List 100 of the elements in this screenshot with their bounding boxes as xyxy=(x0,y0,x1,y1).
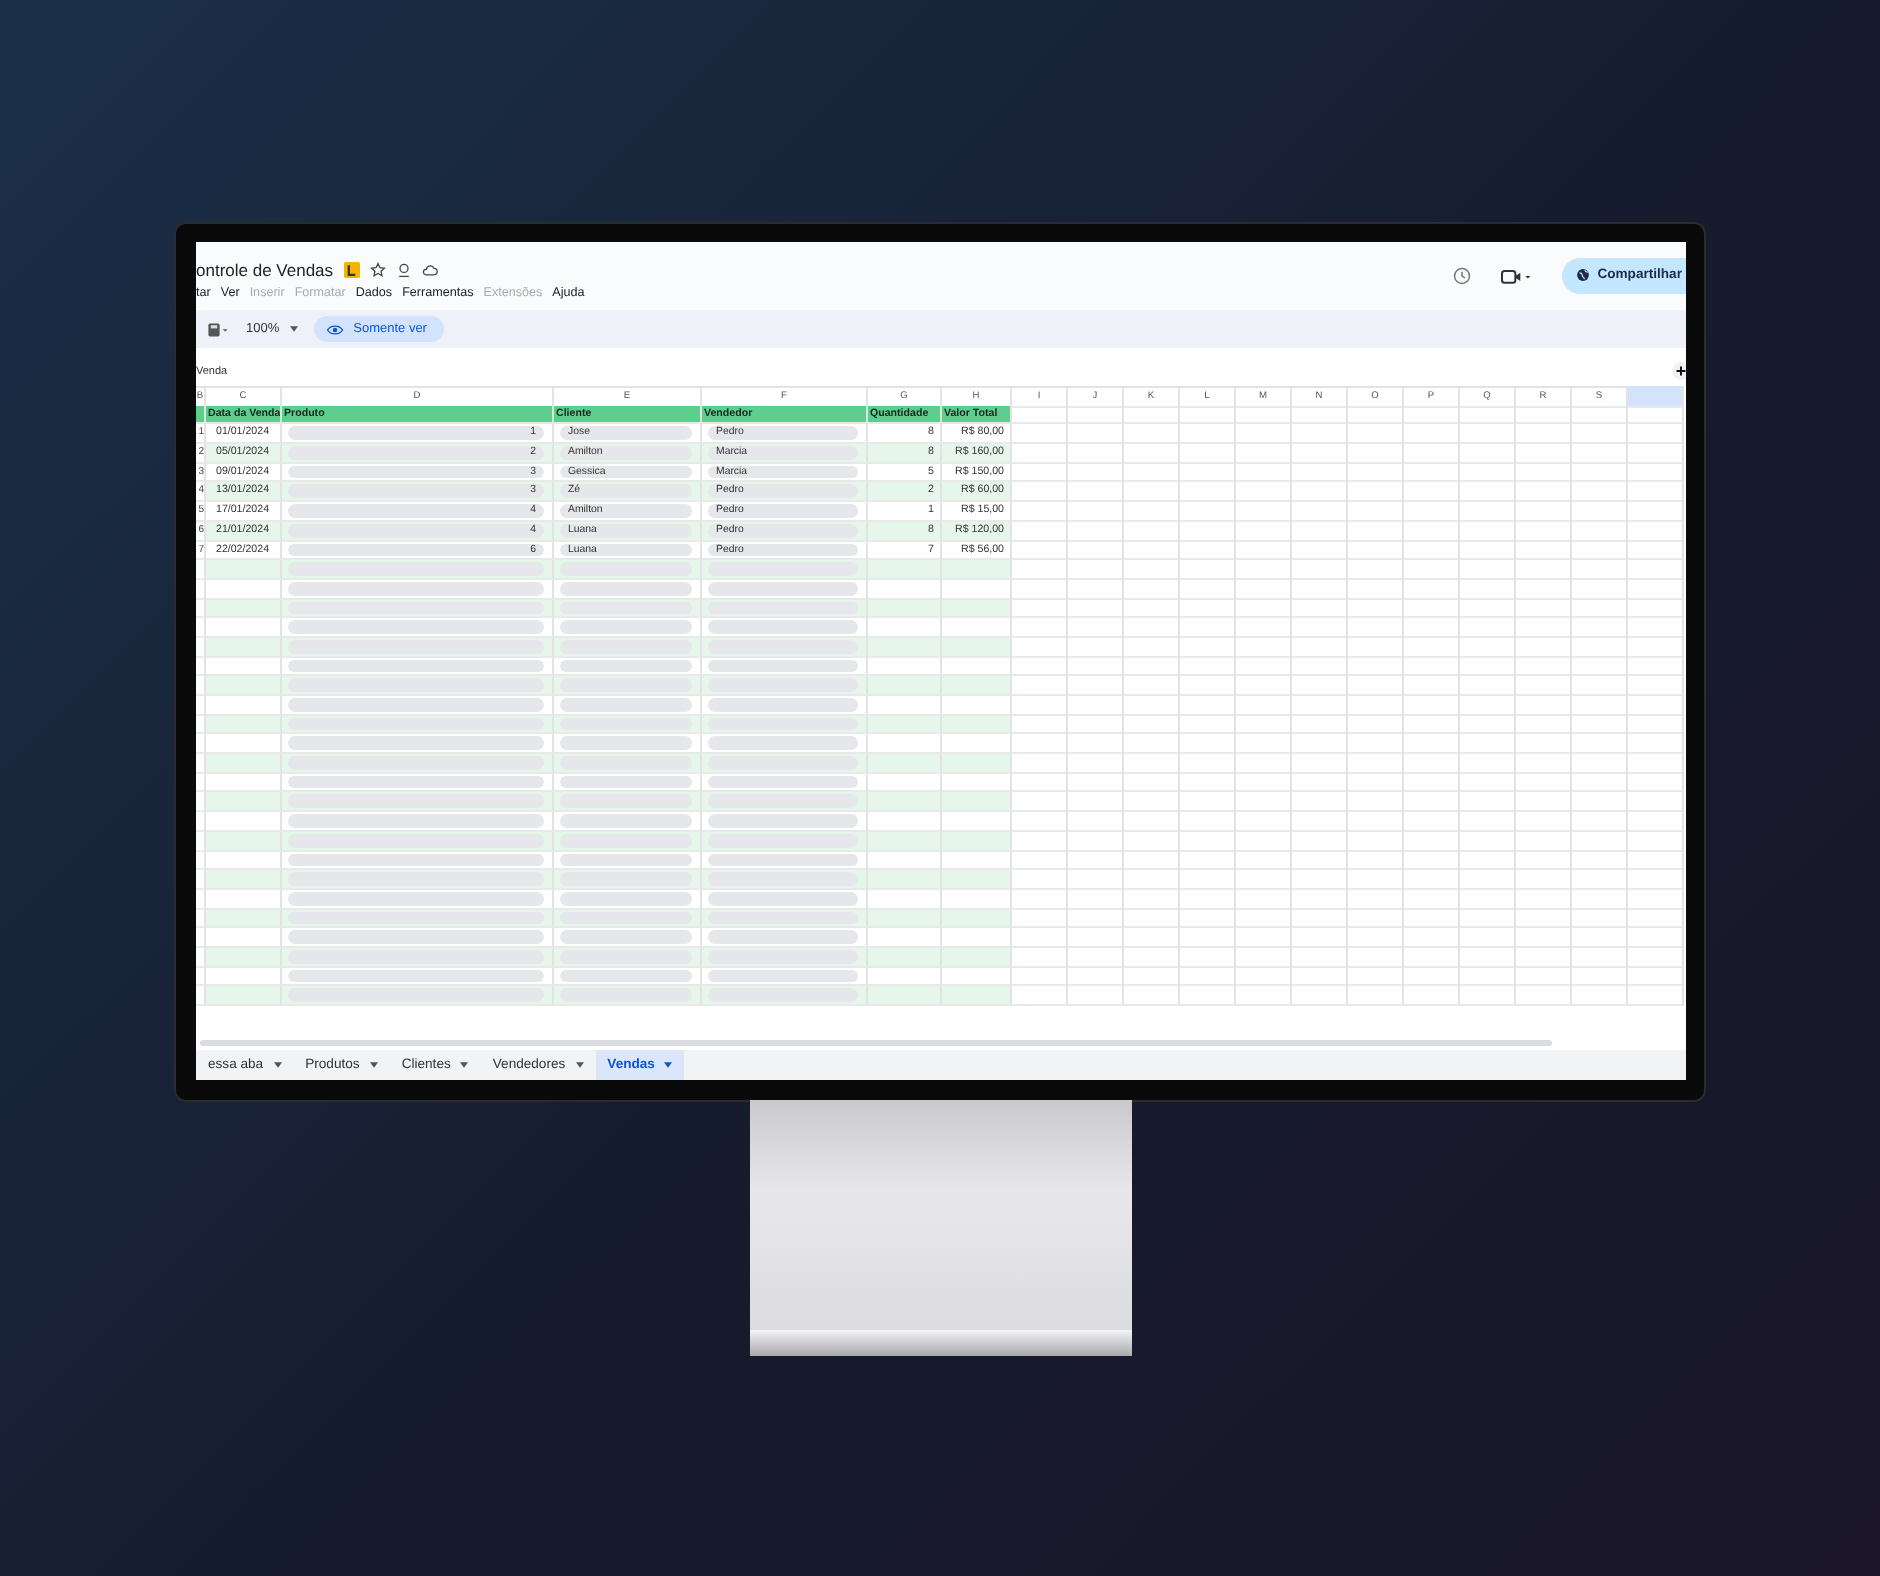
table-cell[interactable] xyxy=(554,773,702,793)
table-cell[interactable] xyxy=(554,870,702,890)
table-cell[interactable] xyxy=(702,967,868,987)
dropdown-chip[interactable] xyxy=(288,698,544,712)
dropdown-chip[interactable] xyxy=(708,659,858,673)
table-cell[interactable] xyxy=(702,676,868,696)
dropdown-chip[interactable] xyxy=(288,736,544,751)
dropdown-chip[interactable] xyxy=(708,698,858,712)
table-cell[interactable] xyxy=(282,560,554,580)
table-cell[interactable] xyxy=(282,773,554,793)
table-cell[interactable] xyxy=(282,928,554,948)
table-cell[interactable] xyxy=(282,676,554,696)
table-cell[interactable] xyxy=(282,870,554,890)
dropdown-chip[interactable] xyxy=(708,620,858,634)
table-cell[interactable] xyxy=(282,967,554,987)
table-cell[interactable] xyxy=(282,851,554,871)
table-cell[interactable] xyxy=(702,696,868,716)
dropdown-chip[interactable] xyxy=(708,717,858,731)
dropdown-chip[interactable] xyxy=(708,794,858,809)
table-cell[interactable] xyxy=(282,734,554,755)
dropdown-chip[interactable] xyxy=(288,659,544,673)
table-cell[interactable] xyxy=(282,909,554,929)
row-header[interactable] xyxy=(196,405,206,425)
dropdown-chip[interactable] xyxy=(560,930,692,944)
table-cell[interactable] xyxy=(282,618,554,638)
horizontal-scrollbar[interactable] xyxy=(200,1039,1552,1045)
table-cell[interactable] xyxy=(702,560,868,580)
table-cell[interactable] xyxy=(702,599,868,619)
table-cell[interactable] xyxy=(282,812,554,832)
dropdown-chip[interactable] xyxy=(560,814,692,828)
dropdown-chip[interactable] xyxy=(288,853,544,867)
table-cell[interactable] xyxy=(554,715,702,735)
star-icon[interactable] xyxy=(369,261,386,277)
dropdown-chip[interactable] xyxy=(288,911,544,925)
dropdown-chip[interactable] xyxy=(560,659,692,673)
table-cell[interactable] xyxy=(702,618,868,638)
dropdown-chip[interactable] xyxy=(560,717,692,731)
table-cell[interactable] xyxy=(282,715,554,735)
table-cell[interactable] xyxy=(282,889,554,910)
table-cell[interactable] xyxy=(702,715,868,735)
table-cell[interactable] xyxy=(702,734,868,755)
table-cell[interactable] xyxy=(702,579,868,600)
dropdown-chip[interactable] xyxy=(708,969,858,983)
print-icon[interactable] xyxy=(206,321,230,337)
table-cell[interactable] xyxy=(554,947,702,968)
dropdown-chip[interactable] xyxy=(288,620,544,634)
dropdown-chip[interactable] xyxy=(288,601,544,615)
table-cell[interactable] xyxy=(702,870,868,890)
table-cell[interactable] xyxy=(554,812,702,832)
table-cell[interactable] xyxy=(702,831,868,851)
table-cell[interactable] xyxy=(702,947,868,968)
table-cell[interactable] xyxy=(554,618,702,638)
dropdown-chip[interactable] xyxy=(560,775,692,789)
table-cell[interactable] xyxy=(282,947,554,968)
dropdown-chip[interactable] xyxy=(708,949,858,964)
table-cell[interactable] xyxy=(702,792,868,813)
table-cell[interactable] xyxy=(282,754,554,774)
dropdown-chip[interactable] xyxy=(560,736,692,751)
table-cell[interactable] xyxy=(282,986,554,1006)
table-cell[interactable] xyxy=(554,696,702,716)
table-cell[interactable] xyxy=(282,792,554,813)
table-cell[interactable] xyxy=(702,889,868,910)
table-cell[interactable] xyxy=(554,676,702,696)
dropdown-chip[interactable] xyxy=(560,833,692,847)
dropdown-chip[interactable] xyxy=(708,601,858,615)
dropdown-chip[interactable] xyxy=(288,969,544,983)
dropdown-chip[interactable] xyxy=(560,601,692,615)
dropdown-chip[interactable] xyxy=(288,717,544,731)
table-cell[interactable] xyxy=(554,579,702,600)
table-cell[interactable] xyxy=(554,792,702,813)
dropdown-chip[interactable] xyxy=(708,911,858,925)
dropdown-chip[interactable] xyxy=(560,639,692,654)
table-cell[interactable] xyxy=(702,928,868,948)
dropdown-chip[interactable] xyxy=(288,775,544,789)
table-cell[interactable] xyxy=(282,696,554,716)
dropdown-chip[interactable] xyxy=(288,891,544,906)
dropdown-chip[interactable] xyxy=(708,736,858,751)
dropdown-chip[interactable] xyxy=(560,620,692,634)
history-icon[interactable] xyxy=(1451,265,1472,285)
dropdown-chip[interactable] xyxy=(708,639,858,654)
table-cell[interactable] xyxy=(702,986,868,1006)
table-cell[interactable] xyxy=(282,599,554,619)
dropdown-chip[interactable] xyxy=(288,833,544,847)
dropdown-chip[interactable] xyxy=(560,891,692,906)
table-cell[interactable] xyxy=(282,579,554,600)
table-cell[interactable] xyxy=(702,637,868,658)
table-cell[interactable] xyxy=(282,657,554,677)
table-cell[interactable] xyxy=(554,986,702,1006)
table-cell[interactable] xyxy=(702,754,868,774)
dropdown-chip[interactable] xyxy=(288,639,544,654)
table-cell[interactable] xyxy=(702,657,868,677)
dropdown-chip[interactable] xyxy=(560,698,692,712)
dropdown-chip[interactable] xyxy=(708,891,858,906)
dropdown-chip[interactable] xyxy=(288,949,544,964)
dropdown-chip[interactable] xyxy=(560,853,692,867)
table-cell[interactable] xyxy=(554,928,702,948)
video-call-icon[interactable] xyxy=(1499,265,1534,285)
cloud-icon[interactable] xyxy=(421,261,438,277)
dropdown-chip[interactable] xyxy=(560,911,692,925)
table-cell[interactable] xyxy=(554,909,702,929)
